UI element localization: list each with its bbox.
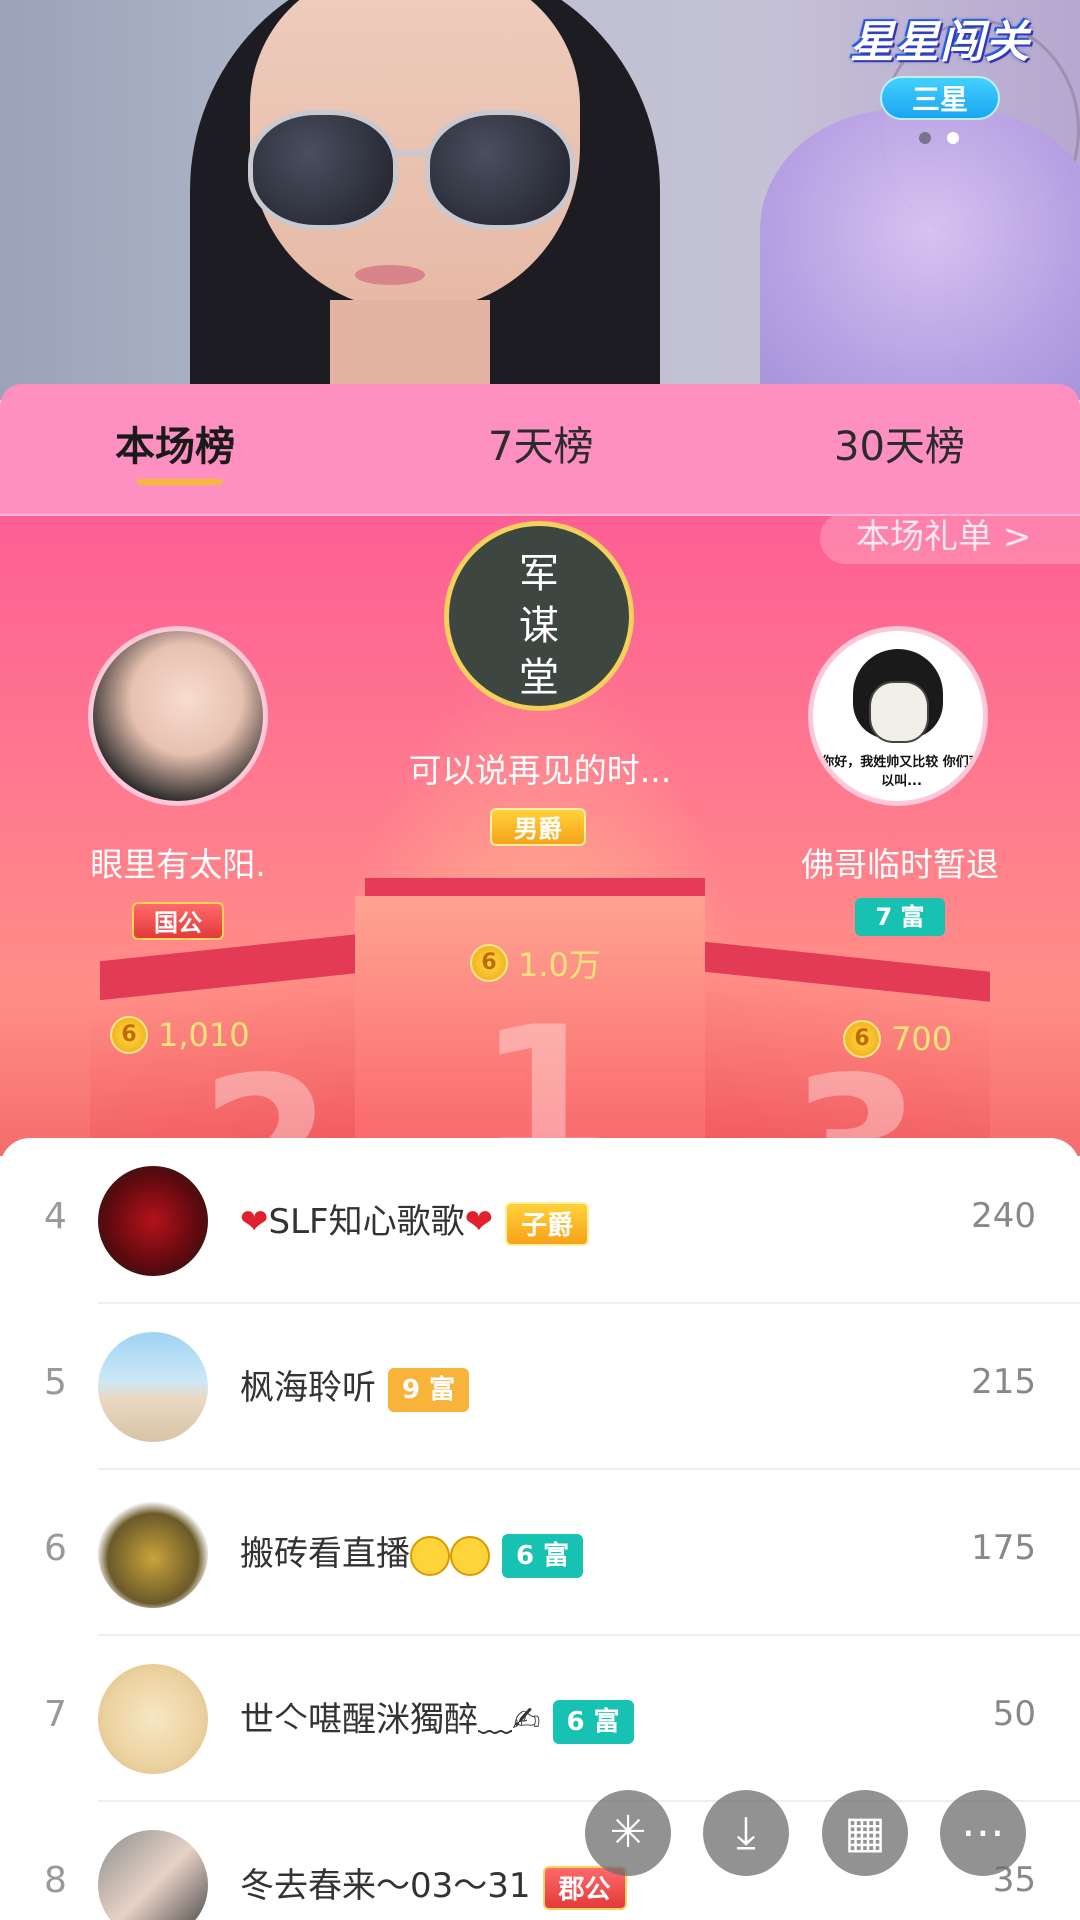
first-place-name[interactable]: 可以说再见的时...: [395, 744, 685, 792]
meme-face: [869, 681, 929, 743]
sparkle-button[interactable]: ✳: [585, 1790, 671, 1876]
second-place-badge: 国公: [132, 902, 224, 940]
user-score: 240: [971, 1196, 1036, 1236]
active-tab-indicator: [137, 479, 223, 485]
carousel-dot-active: [947, 132, 959, 144]
first-place-avatar[interactable]: 军 谋 堂: [444, 521, 634, 711]
level-badge: 子爵: [505, 1201, 590, 1246]
star-challenge-title: 星星闯关: [850, 17, 1030, 68]
tab-30-days[interactable]: 30天榜: [834, 414, 965, 472]
tab-7-days[interactable]: 7天榜: [488, 414, 593, 472]
user-name[interactable]: 搬砖看直播 6 富: [240, 1526, 584, 1578]
sunglasses-bridge: [393, 150, 429, 156]
rank-number: 6: [44, 1528, 67, 1569]
download-icon: ⤓: [736, 1807, 756, 1858]
second-place-score: 6 1,010: [110, 1014, 250, 1054]
second-place-name[interactable]: 眼里有太阳.: [58, 838, 298, 886]
avatar[interactable]: [98, 1498, 208, 1608]
first-place-avatar-text: 军 谋 堂: [519, 551, 559, 701]
background-purple-dress: [760, 110, 1080, 400]
coin-icon: 6: [110, 1016, 148, 1054]
user-name[interactable]: 冬去春来～03～31 郡公: [240, 1858, 627, 1910]
user-score: 175: [971, 1528, 1036, 1568]
avatar[interactable]: [98, 1664, 208, 1774]
avatar[interactable]: [98, 1830, 208, 1920]
second-place-avatar[interactable]: [88, 626, 268, 806]
sparkle-icon: ✳: [609, 1807, 647, 1858]
list-item[interactable]: 5 枫海聆听 9 富 215: [0, 1304, 1080, 1470]
rank-number: 4: [44, 1196, 67, 1237]
level-badge: 6 富: [502, 1533, 584, 1578]
level-badge: 9 富: [388, 1367, 470, 1412]
rank-number: 8: [44, 1860, 67, 1901]
user-name[interactable]: 世亽啿醒洣獨醉﹏✍ 6 富: [240, 1692, 634, 1744]
top-three-podium: 本场礼单 > 2 1 3 军 谋 堂 可以说再见的时... 男爵 6 1.0万 眼…: [0, 516, 1080, 1156]
list-item[interactable]: 8 冬去春来～03～31 郡公 35: [0, 1802, 1080, 1920]
podium-number-1: 1: [478, 986, 611, 1156]
first-place-badge: 男爵: [490, 808, 586, 846]
carousel-dots: [915, 130, 975, 146]
grin-emoji-icon: [450, 1535, 490, 1576]
user-name[interactable]: 枫海聆听 9 富: [240, 1360, 470, 1412]
download-button[interactable]: ⤓: [703, 1790, 789, 1876]
ranking-tabs: 本场榜 7天榜 30天榜: [0, 384, 1080, 516]
grid-icon: ▦: [844, 1807, 886, 1858]
third-place-badge: 7 富: [855, 898, 945, 936]
more-icon: ⋯: [961, 1807, 1005, 1858]
third-place-score: 6 700: [843, 1018, 952, 1058]
list-item[interactable]: 6 搬砖看直播 6 富 175: [0, 1470, 1080, 1636]
sunglasses-left-lens: [248, 110, 398, 230]
avatar[interactable]: [98, 1166, 208, 1276]
coin-icon: 6: [843, 1020, 881, 1058]
grid-button[interactable]: ▦: [822, 1790, 908, 1876]
carousel-dot: [919, 132, 931, 144]
tab-current-show[interactable]: 本场榜: [115, 414, 235, 472]
third-place-name[interactable]: 佛哥临时暂退: [780, 838, 1020, 886]
sunglasses-right-lens: [425, 110, 575, 230]
star-challenge-badge[interactable]: 星星闯关 三星: [845, 6, 1035, 120]
coin-icon: 6: [470, 944, 508, 982]
meme-caption: 你好，我姓帅又比较 你们可以叫...: [821, 755, 982, 789]
user-score: 50: [992, 1694, 1036, 1734]
ranking-list[interactable]: 4 ❤SLF知心歌歌❤ 子爵 240 5 枫海聆听 9 富 215 6 搬砖看直播 6…: [0, 1138, 1080, 1920]
star-challenge-level: 三星: [880, 76, 1000, 120]
list-item[interactable]: 7 世亽啿醒洣獨醉﹏✍ 6 富 50: [0, 1636, 1080, 1802]
heart-icon: ❤: [464, 1202, 494, 1242]
third-place-avatar[interactable]: 你好，我姓帅又比较 你们可以叫...: [808, 626, 988, 806]
gift-list-link[interactable]: 本场礼单 >: [820, 516, 1080, 564]
first-place-score: 6 1.0万: [470, 940, 601, 986]
more-button[interactable]: ⋯: [940, 1790, 1026, 1876]
rank-number: 5: [44, 1362, 67, 1403]
rank-number: 7: [44, 1694, 67, 1735]
grin-emoji-icon: [410, 1535, 450, 1576]
level-badge: 6 富: [552, 1699, 634, 1744]
avatar[interactable]: [98, 1332, 208, 1442]
heart-icon: ❤: [240, 1202, 269, 1242]
live-video[interactable]: 星星闯关 三星: [0, 0, 1080, 400]
streamer-lips: [355, 265, 425, 285]
list-item[interactable]: 4 ❤SLF知心歌歌❤ 子爵 240: [0, 1138, 1080, 1304]
user-name[interactable]: ❤SLF知心歌歌❤ 子爵: [240, 1194, 590, 1246]
user-score: 215: [971, 1362, 1036, 1402]
